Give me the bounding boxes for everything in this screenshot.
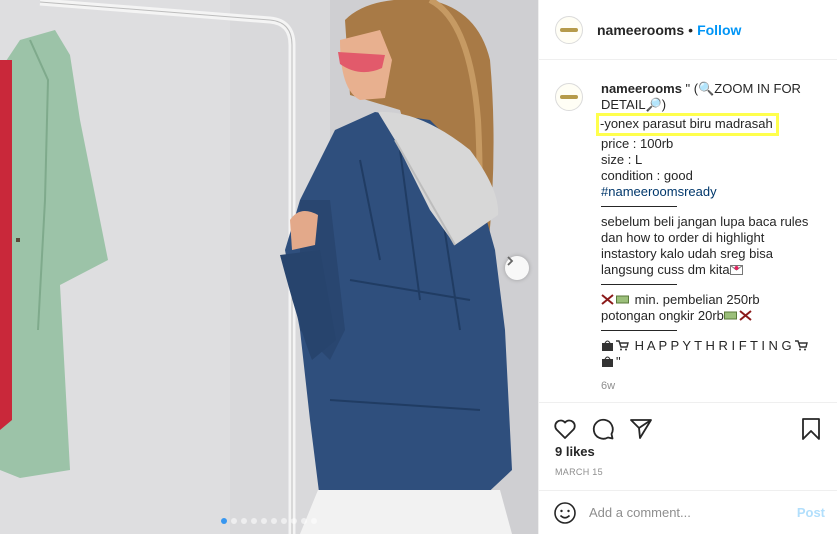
caption-happy-thrifting: H A P P Y T H R I F T I N G [634,338,792,353]
chevron-right-icon [507,256,514,266]
caption-shipping: potongan ongkir 20rb [601,308,724,323]
caption-rules-line-4: langsung cuss dm kita [601,262,730,277]
caption-line-2: DETAIL🔎) [601,97,667,112]
shopping-cart-icon [795,340,809,351]
avatar[interactable] [555,15,583,44]
comment-icon[interactable] [591,417,615,441]
comment-input[interactable] [589,505,797,520]
money-icon [723,311,737,320]
comment-form: Post [539,490,837,534]
carousel-dot [261,518,267,524]
bookmark-icon[interactable] [799,417,823,441]
ribbon-icon [739,310,752,321]
action-bar [539,404,837,444]
carousel-indicator [0,518,538,524]
caption-divider [601,330,677,331]
likes-count[interactable]: 9 likes [555,444,595,459]
caption-username[interactable]: nameerooms [601,81,682,96]
caption-section: nameerooms " (🔍ZOOM IN FOR DETAIL🔎) -yon… [539,61,837,403]
carousel-dot [291,518,297,524]
caption-size: size : L [601,152,643,167]
carousel-dot [271,518,277,524]
caption-condition: condition : good [601,168,693,183]
post-image [0,0,538,534]
caption-closing-quote: " [616,354,621,369]
ribbon-icon [601,294,614,305]
shopping-bag-icon [602,356,613,367]
caption-min-purchase: min. pembelian 250rb [634,292,760,307]
carousel-dot [301,518,307,524]
carousel-dot [241,518,247,524]
share-icon[interactable] [629,417,653,441]
caption-divider [601,206,677,207]
header-username[interactable]: nameerooms [597,22,684,38]
post-age[interactable]: 6w [601,378,810,394]
money-icon [616,295,629,304]
caption-rules-line-1: sebelum beli jangan lupa baca rules [601,214,809,229]
caption-price: price : 100rb [601,136,674,151]
post-date: MARCH 15 [555,467,603,477]
caption-rules-line-3: instastory kalo udah sreg bisa [601,246,773,261]
carousel-dot [231,518,237,524]
follow-button[interactable]: Follow [697,22,741,38]
post-header: nameerooms • Follow [539,0,837,60]
caption-line-1: " (🔍ZOOM IN FOR [685,81,801,96]
carousel-dot [221,518,227,524]
shopping-bag-icon [602,340,613,351]
post-photo[interactable] [0,0,538,534]
hashtag-link[interactable]: #nameeroomsready [601,184,810,200]
carousel-dot [311,518,317,524]
envelope-icon [729,265,743,275]
post-side-panel: nameerooms • Follow nameerooms " (🔍ZOOM … [538,0,837,534]
caption-text: nameerooms " (🔍ZOOM IN FOR DETAIL🔎) -yon… [596,81,810,394]
post-comment-button[interactable]: Post [797,505,825,520]
header-separator: • [688,21,694,38]
heart-icon[interactable] [553,417,577,441]
product-name-highlight: -yonex parasut biru madrasah [596,113,779,136]
emoji-icon[interactable] [553,501,577,525]
caption-avatar[interactable] [555,83,583,111]
carousel-dot [251,518,257,524]
caption-divider [601,284,677,285]
next-slide-button[interactable] [505,256,529,280]
caption-rules-line-2: dan how to order di highlight [601,230,765,245]
shopping-cart-icon [616,340,629,351]
carousel-dot [281,518,287,524]
